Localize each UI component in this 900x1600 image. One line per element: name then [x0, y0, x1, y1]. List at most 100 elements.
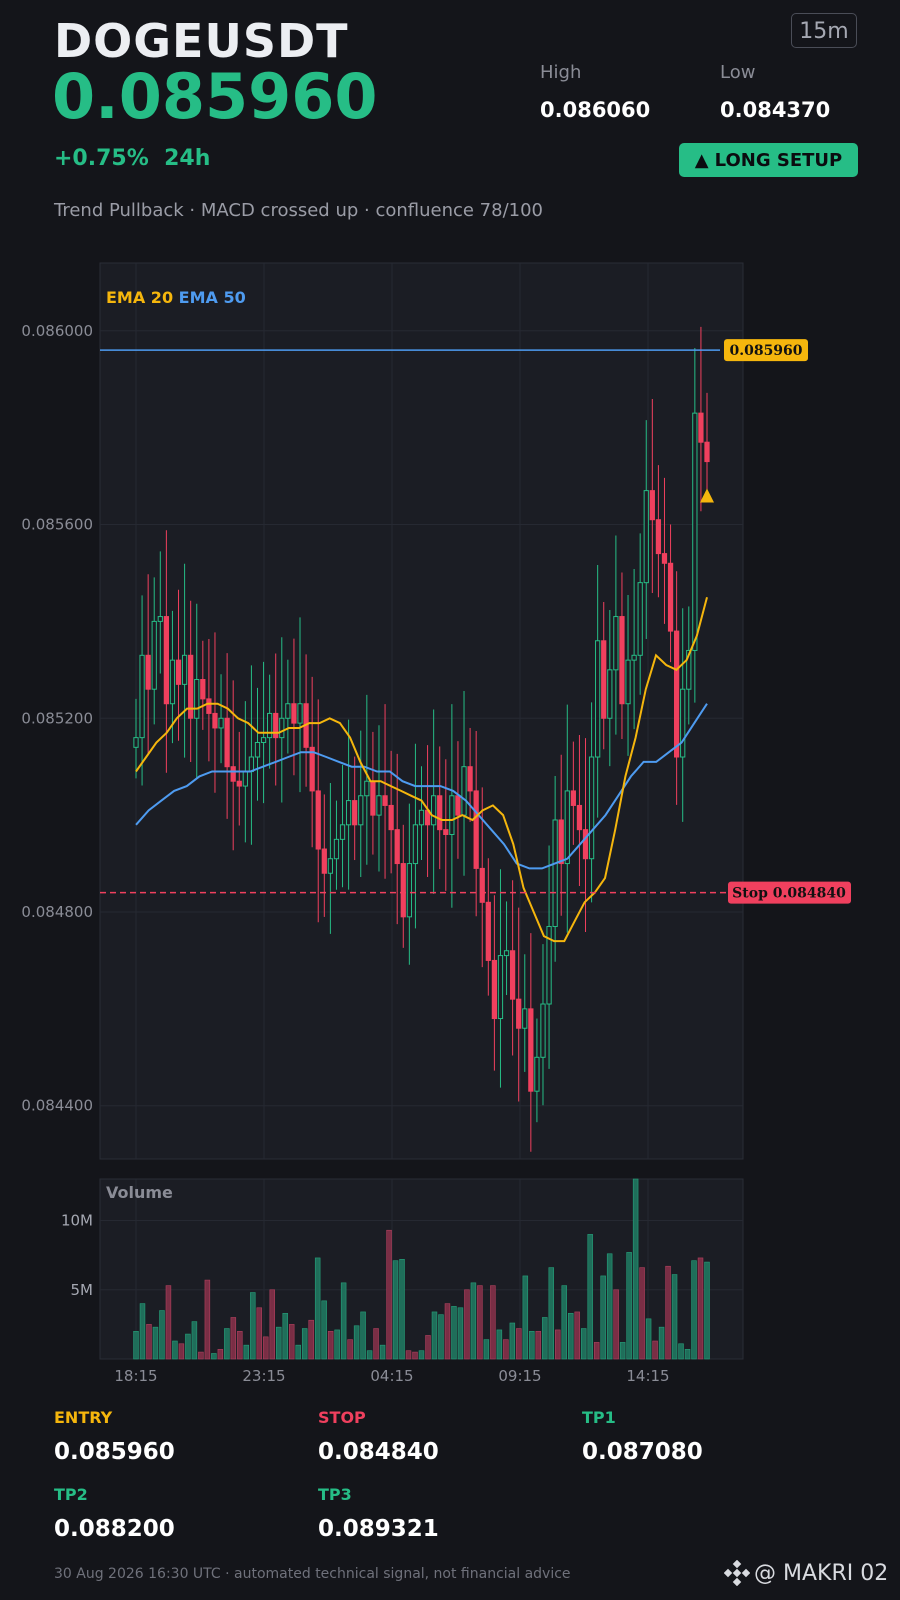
candle-body — [242, 771, 248, 787]
volume-bar — [379, 1344, 386, 1360]
candle-body — [267, 712, 273, 739]
volume-bar — [613, 1289, 619, 1360]
candle-body — [418, 809, 425, 826]
volume-bar — [314, 1257, 321, 1360]
volume-bar — [159, 1310, 165, 1360]
volume-bar — [587, 1234, 593, 1360]
candle-body — [473, 790, 479, 869]
brand-text: @ MAKRI 02 — [754, 1560, 889, 1586]
legend: EMA 20 EMA 50 — [106, 288, 246, 307]
y-tick-label: 0.086000 — [21, 322, 93, 340]
candle-body — [443, 829, 449, 836]
candle-body — [534, 1056, 540, 1092]
candle-body — [497, 955, 504, 1020]
candle-body — [358, 795, 364, 826]
volume-bar — [665, 1265, 671, 1360]
candle-body — [631, 654, 637, 661]
candle-body — [680, 688, 686, 758]
price-change: +0.75% 24h — [54, 146, 210, 171]
stop-value: 0.084840 — [318, 1439, 439, 1465]
candle-body — [588, 756, 595, 860]
volume-bar — [211, 1353, 217, 1360]
candle-body — [564, 790, 570, 865]
x-tick-label: 14:15 — [626, 1367, 669, 1385]
tp3-label: TP3 — [318, 1485, 352, 1504]
candle-body — [461, 766, 467, 816]
candle-body — [412, 824, 419, 865]
candle-body — [522, 1008, 528, 1029]
candle-body — [163, 616, 169, 705]
candle-body — [309, 746, 315, 792]
candle-body — [449, 795, 455, 836]
volume-bar — [496, 1329, 503, 1360]
candle-body — [661, 553, 668, 564]
volume-bar — [152, 1326, 159, 1360]
volume-bar — [276, 1326, 282, 1360]
candle-body — [321, 848, 327, 874]
volume-bar — [568, 1313, 574, 1360]
volume-bar — [626, 1252, 632, 1360]
timeframe-badge[interactable]: 15m — [791, 13, 857, 48]
candle-body — [169, 659, 176, 705]
volume-bar — [250, 1292, 256, 1360]
candle-body — [388, 804, 394, 831]
volume-bar — [516, 1328, 522, 1360]
change-percent: +0.75% — [54, 146, 149, 171]
candle-body — [291, 703, 297, 724]
signal-summary: Trend Pullback · MACD crossed up · confl… — [54, 200, 544, 221]
triangle-up-icon: ▲ — [694, 149, 709, 171]
volume-bar — [671, 1274, 678, 1360]
legend-ema50: EMA 50 — [179, 288, 246, 307]
diamond-logo-icon — [724, 1560, 750, 1586]
candle-body — [576, 804, 583, 831]
volume-bar — [386, 1229, 392, 1360]
volume-bar — [593, 1342, 600, 1360]
candle-body — [431, 795, 437, 826]
volume-bar — [373, 1328, 379, 1360]
candle-body — [133, 737, 139, 748]
tp2-label: TP2 — [54, 1485, 88, 1504]
volume-bar — [697, 1257, 704, 1360]
volume-bar — [256, 1307, 263, 1360]
volume-bar — [548, 1267, 555, 1360]
volume-bar — [178, 1343, 185, 1360]
volume-bar — [457, 1307, 464, 1360]
volume-bar — [139, 1303, 146, 1360]
candle-body — [485, 901, 491, 961]
candle-body — [601, 640, 607, 719]
volume-bar — [230, 1317, 237, 1360]
candle-body — [509, 950, 516, 1000]
candle-body — [394, 829, 400, 865]
legend-ema20: EMA 20 — [106, 288, 179, 307]
y-tick-label: 0.085200 — [21, 709, 93, 727]
candle-body — [236, 780, 242, 787]
volume-bar — [658, 1326, 665, 1360]
candle-body — [674, 630, 680, 758]
candle-body — [558, 819, 564, 865]
candle-body — [333, 838, 340, 860]
x-tick-label: 04:15 — [370, 1367, 413, 1385]
low-value: 0.084370 — [720, 98, 831, 122]
vol-y-tick: 10M — [61, 1212, 93, 1230]
volume-bar — [340, 1282, 347, 1360]
candle-body — [607, 669, 613, 719]
candle-body — [254, 741, 261, 758]
candle-body — [655, 519, 662, 555]
volume-bar — [172, 1340, 178, 1360]
candle-body — [352, 800, 358, 826]
volume-bar — [327, 1331, 334, 1360]
volume-bar — [198, 1351, 204, 1360]
candle-body — [503, 950, 510, 957]
volume-bar — [490, 1285, 496, 1360]
candle-body — [382, 795, 388, 806]
volume-bar — [431, 1311, 438, 1360]
candle-body — [528, 1008, 534, 1092]
volume-bar — [529, 1331, 535, 1360]
volume-bar — [412, 1351, 418, 1360]
volume-bar — [204, 1279, 211, 1360]
volume-bar — [288, 1324, 295, 1360]
candle-body — [339, 824, 346, 840]
volume-bar — [704, 1261, 710, 1360]
candle-body — [625, 659, 631, 705]
candle-body — [698, 412, 704, 443]
